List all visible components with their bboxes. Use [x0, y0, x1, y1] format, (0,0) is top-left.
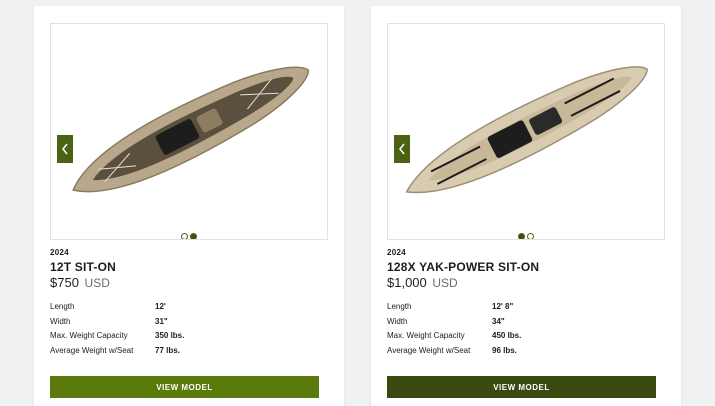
spec-label: Length [50, 302, 75, 311]
price: $750 USD [50, 275, 110, 290]
kayak-image [72, 66, 310, 193]
spec-value: 350 lbs. [155, 331, 185, 340]
chevron-left-icon [62, 143, 68, 155]
model-name: 128X YAK-POWER SIT-ON [387, 260, 540, 274]
spec-row: Average Weight w/Seat 77 lbs. [50, 346, 290, 361]
price-amount: $1,000 [387, 275, 427, 290]
spec-label: Max. Weight Capacity [50, 331, 128, 340]
model-year: 2024 [387, 248, 406, 257]
spec-list: Length 12' 8" Width 34" Max. Weight Capa… [387, 302, 627, 360]
price-currency: USD [84, 276, 110, 290]
spec-row: Max. Weight Capacity 350 lbs. [50, 331, 290, 346]
carousel-prev-button[interactable] [394, 135, 410, 163]
model-name: 12T SIT-ON [50, 260, 117, 274]
spec-label: Length [387, 302, 412, 311]
carousel-dots [51, 233, 327, 239]
spec-row: Length 12' [50, 302, 290, 317]
spec-label: Average Weight w/Seat [50, 345, 134, 355]
spec-label: Average Weight w/Seat [387, 345, 471, 355]
spec-value: 77 lbs. [155, 345, 180, 355]
product-image-carousel[interactable] [387, 23, 665, 240]
spec-row: Width 34" [387, 317, 627, 332]
product-image-carousel[interactable] [50, 23, 328, 240]
spec-value: 450 lbs. [492, 331, 522, 340]
carousel-dot-active[interactable] [190, 233, 197, 239]
chevron-left-icon [399, 143, 405, 155]
price: $1,000 USD [387, 275, 458, 290]
spec-row: Width 31" [50, 317, 290, 332]
spec-list: Length 12' Width 31" Max. Weight Capacit… [50, 302, 290, 360]
spec-value: 12' 8" [492, 302, 514, 311]
view-model-button[interactable]: VIEW MODEL [50, 376, 319, 398]
view-model-button[interactable]: VIEW MODEL [387, 376, 656, 398]
spec-row: Average Weight w/Seat 96 lbs. [387, 346, 627, 361]
spec-value: 31" [155, 316, 168, 326]
spec-label: Width [387, 316, 408, 326]
price-currency: USD [432, 276, 458, 290]
carousel-dot-active[interactable] [518, 233, 525, 239]
kayak-image [405, 66, 648, 194]
spec-row: Max. Weight Capacity 450 lbs. [387, 331, 627, 346]
model-year: 2024 [50, 248, 69, 257]
spec-value: 12' [155, 302, 166, 311]
spec-row: Length 12' 8" [387, 302, 627, 317]
carousel-dot[interactable] [181, 233, 188, 239]
carousel-dots [388, 233, 664, 239]
spec-value: 34" [492, 316, 505, 326]
spec-label: Max. Weight Capacity [387, 331, 465, 340]
carousel-dot[interactable] [527, 233, 534, 239]
price-amount: $750 [50, 275, 79, 290]
carousel-prev-button[interactable] [57, 135, 73, 163]
spec-label: Width [50, 316, 71, 326]
spec-value: 96 lbs. [492, 345, 517, 355]
product-card: 2024 12T SIT-ON $750 USD Length 12' Widt… [34, 6, 344, 406]
product-card: 2024 128X YAK-POWER SIT-ON $1,000 USD Le… [371, 6, 681, 406]
